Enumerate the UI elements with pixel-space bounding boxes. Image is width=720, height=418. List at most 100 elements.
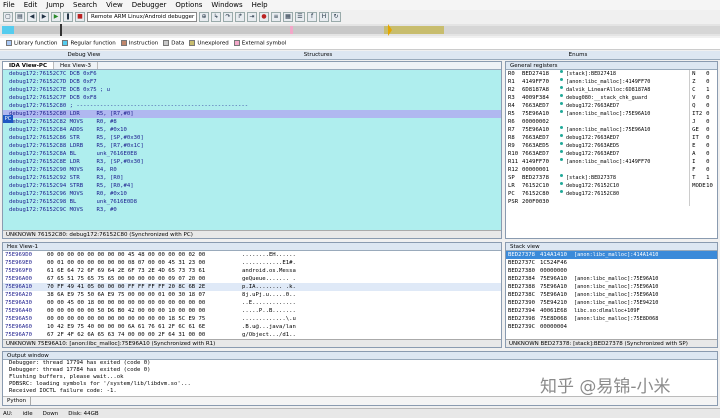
flag-row[interactable]: J0	[690, 118, 717, 126]
register-row[interactable]: R12 00000001	[506, 166, 689, 174]
stack-value[interactable]: 00000004	[540, 323, 574, 331]
flag-row[interactable]: A0	[690, 150, 717, 158]
register-row[interactable]: R7 75E96A10 [anon:libc_malloc]:75E96A10	[506, 126, 689, 134]
flag-value[interactable]: 0	[706, 166, 709, 174]
python-button[interactable]: Python	[3, 397, 32, 405]
register-row[interactable]: R3 4009F384 debug080:__stack_chk_guard	[506, 94, 689, 102]
register-value[interactable]: 7663AED7	[522, 150, 560, 158]
disasm-line[interactable]: debug172:76152C94 STRB R5, [R0,#4]	[3, 182, 501, 190]
disasm-line[interactable]: debug172:76152C86 STR R5, [SP,#0x30]	[3, 134, 501, 142]
flag-value[interactable]: 0	[706, 118, 709, 126]
disasm-line[interactable]: debug172:76152C80 ; --------------------…	[3, 102, 501, 110]
disasm-line[interactable]: debug172:76152C7F DCB 0xF8	[3, 94, 501, 102]
register-value[interactable]: BED27378	[522, 174, 560, 182]
flag-row[interactable]: Z0	[690, 78, 717, 86]
flag-row[interactable]: MODE 10	[690, 182, 717, 190]
stack-row[interactable]: BED2738C 75E96A10 [anon:libc_malloc]:75E96…	[506, 291, 717, 299]
register-row[interactable]: R9 7663AED5 debug172:7663AED5	[506, 142, 689, 150]
disasm-line[interactable]: debug172:76152C88 LDRB R5, [R7,#0x1C]	[3, 142, 501, 150]
flag-value[interactable]: 0	[706, 158, 709, 166]
graph-icon[interactable]: ▦	[283, 12, 293, 22]
register-value[interactable]: 4009F384	[522, 94, 560, 102]
disasm-line[interactable]: debug172:76152C7E DCB 0x75 ; u	[3, 86, 501, 94]
flag-row[interactable]: E0	[690, 142, 717, 150]
stack-row[interactable]: BED27398 75E8D068 [anon:libc_malloc]:75E8D…	[506, 315, 717, 323]
menu-windows[interactable]: Windows	[211, 1, 242, 9]
menu-help[interactable]: Help	[252, 1, 268, 9]
flag-value[interactable]: 1	[706, 174, 709, 182]
open-icon[interactable]: ▢	[3, 12, 13, 22]
menu-view[interactable]: View	[106, 1, 123, 9]
step-over-icon[interactable]: ↷	[223, 12, 233, 22]
flag-row[interactable]: T1	[690, 174, 717, 182]
register-row[interactable]: PSR 200F0030	[506, 198, 689, 206]
register-value[interactable]: 6D8187A8	[522, 86, 560, 94]
disasm-line[interactable]: debug172:76152C8A BL unk_7616E0E8	[3, 150, 501, 158]
register-row[interactable]: R11 4149FF70 [anon:libc_malloc]:4149FF70	[506, 158, 689, 166]
stack-value[interactable]: 00000000	[540, 267, 574, 275]
register-value[interactable]: 7663AED7	[522, 134, 560, 142]
register-value[interactable]: 4149FF70	[522, 158, 560, 166]
jump-icon[interactable]	[560, 102, 563, 105]
disasm-line[interactable]: debug172:76152C8E LDR R3, [SP,#0x30]	[3, 158, 501, 166]
tab-ida-view-pc[interactable]: IDA View-PC	[3, 62, 54, 69]
disasm-line[interactable]: debug172:76152C82 MOVS R0, #8	[3, 118, 501, 126]
hex-row[interactable]: 75E96A00 67 65 51 75 65 75 65 00 00 00 00…	[3, 275, 501, 283]
stack-row[interactable]: BED27388 75E96A10 [anon:libc_malloc]:75E96…	[506, 283, 717, 291]
flag-value[interactable]: 0	[706, 78, 709, 86]
register-row[interactable]: R1 4149FF70 [anon:libc_malloc]:4149FF70	[506, 78, 689, 86]
hex-bytes[interactable]: 61 6E 64 72 6F 69 64 2E 6F 73 2E 4D 65 7…	[47, 267, 242, 275]
disasm-line[interactable]: debug172:76152C96 MOVS R0, #0x10	[3, 190, 501, 198]
hex-bytes[interactable]: 00 00 45 00 18 00 00 00 00 00 00 00 00 0…	[47, 299, 242, 307]
register-value[interactable]: 75E96A10	[522, 126, 560, 134]
hex-icon[interactable]: H	[319, 12, 329, 22]
disasm-line[interactable]: debug172:76152C80 LDR R5, [R7,#0]	[3, 110, 501, 118]
flag-value[interactable]: 0	[706, 102, 709, 110]
jump-icon[interactable]	[560, 142, 563, 145]
jump-icon[interactable]	[560, 134, 563, 137]
disasm-line[interactable]: debug172:76152C92 STR R3, [R0]	[3, 174, 501, 182]
hex-bytes[interactable]: 67 65 51 75 65 75 65 00 00 00 00 00 09 0…	[47, 275, 242, 283]
hex-bytes[interactable]: 00 00 00 00 00 00 00 00 00 00 00 00 18 5…	[47, 315, 242, 323]
stack-value[interactable]: 75E94210	[540, 299, 574, 307]
flag-value[interactable]: 0	[706, 94, 709, 102]
disasm-line[interactable]: debug172:76152C7D DCB 0xF7	[3, 78, 501, 86]
stack-value[interactable]: 1C524F46	[540, 259, 574, 267]
attach-icon[interactable]: ⊕	[199, 12, 209, 22]
register-value[interactable]: 4149FF70	[522, 78, 560, 86]
jump-icon[interactable]	[560, 182, 563, 185]
hex-bytes[interactable]: 67 2F 4F 62 6A 65 63 74 00 00 00 2F 64 3…	[47, 331, 242, 339]
register-row[interactable]: R0 BED27418 [stack]:BED27418	[506, 70, 689, 78]
stack-value[interactable]: 40061E68	[540, 307, 574, 315]
tab-hex-view-3[interactable]: Hex View-3	[54, 62, 98, 69]
stack-value[interactable]: 75E96A10	[540, 291, 574, 299]
jump-icon[interactable]	[560, 70, 563, 73]
hex-row[interactable]: 75E96A30 00 00 45 00 18 00 00 00 00 00 00…	[3, 299, 501, 307]
menu-edit[interactable]: Edit	[24, 1, 38, 9]
hex-bytes[interactable]: 70 FF 49 41 05 00 00 00 FF FF FF FF 20 8…	[47, 283, 242, 291]
tab-structures[interactable]: Structures	[218, 51, 418, 59]
jump-icon[interactable]	[560, 190, 563, 193]
stack-row[interactable]: BED2739C 00000004	[506, 323, 717, 331]
flag-value[interactable]: 0	[706, 150, 709, 158]
tab-enums[interactable]: Enums	[478, 51, 678, 59]
register-value[interactable]: 76152C10	[522, 182, 560, 190]
back-icon[interactable]: ◀	[27, 12, 37, 22]
register-value[interactable]: 00000001	[522, 166, 560, 174]
stack-value[interactable]: 75E96A10	[540, 283, 574, 291]
register-row[interactable]: R6 00000002	[506, 118, 689, 126]
flag-row[interactable]: N0	[690, 70, 717, 78]
register-value[interactable]: BED27418	[522, 70, 560, 78]
refresh-icon[interactable]: ↻	[331, 12, 341, 22]
hex-row[interactable]: 75E96A60 10 42 E9 75 40 00 00 00 6A 61 76…	[3, 323, 501, 331]
hex-row[interactable]: 75E96A20 38 6A E9 75 50 6A E9 75 00 00 00…	[3, 291, 501, 299]
flag-value[interactable]: 0	[706, 126, 709, 134]
step-out-icon[interactable]: ↱	[235, 12, 245, 22]
register-value[interactable]: 7663AED7	[522, 102, 560, 110]
hex-dump[interactable]: 75E969D0 00 00 00 00 00 00 00 00 45 48 00…	[3, 251, 501, 339]
hex-row[interactable]: 75E96A40 00 00 00 00 00 50 D6 B0 42 00 00…	[3, 307, 501, 315]
hex-bytes[interactable]: 10 42 E9 75 40 00 00 00 6A 61 76 61 2F 6…	[47, 323, 242, 331]
jump-icon[interactable]	[560, 174, 563, 177]
jump-icon[interactable]	[560, 158, 563, 161]
flag-value[interactable]: 0	[706, 142, 709, 150]
